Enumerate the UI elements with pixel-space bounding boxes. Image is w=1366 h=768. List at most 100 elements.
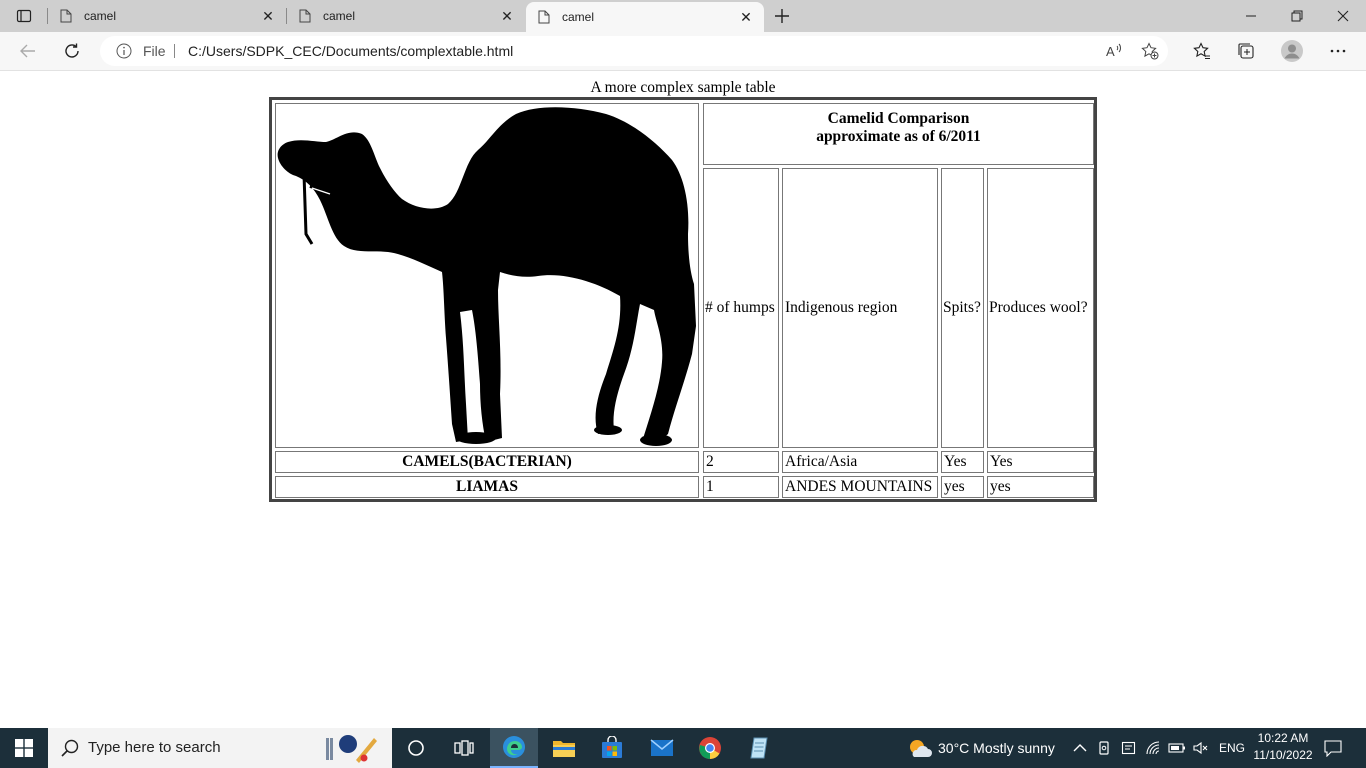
address-separator: [174, 44, 175, 58]
more-icon: [1330, 49, 1346, 53]
close-tab-icon[interactable]: ✕: [734, 5, 758, 29]
taskbar-file-explorer[interactable]: [540, 728, 588, 768]
folder-icon: [553, 741, 575, 757]
camera-icon: [1099, 741, 1109, 755]
table-cell-spits: yes: [941, 476, 984, 498]
add-favorite-button[interactable]: [1140, 41, 1160, 61]
language-indicator[interactable]: ENG: [1219, 741, 1245, 755]
tray-battery[interactable]: [1167, 738, 1187, 758]
row-header-liamas: LIAMAS: [275, 476, 699, 498]
search-placeholder: Type here to search: [88, 739, 221, 756]
svg-text:A: A: [1106, 44, 1115, 59]
site-scheme-label[interactable]: File: [143, 43, 166, 59]
address-bar[interactable]: File C:/Users/SDPK_CEC/Documents/complex…: [100, 36, 1168, 66]
col-header-label: Produces wool?: [989, 299, 1088, 316]
table-cell-wool: yes: [987, 476, 1094, 498]
notes-pen-icon: [1121, 741, 1136, 755]
taskbar-notepad[interactable]: [735, 728, 783, 768]
refresh-button[interactable]: [57, 36, 87, 66]
weather-text[interactable]: 30°C Mostly sunny: [938, 740, 1055, 756]
row-label: CAMELS(BACTERIAN): [402, 453, 572, 470]
browser-toolbar: File C:/Users/SDPK_CEC/Documents/complex…: [0, 32, 1366, 71]
minimize-button[interactable]: [1228, 0, 1274, 32]
page-content: A more complex sample table Camelid Comp…: [0, 71, 1366, 728]
taskbar-cortana[interactable]: [392, 728, 440, 768]
chevron-up-icon: [1073, 744, 1087, 752]
taskbar-chrome[interactable]: [686, 728, 734, 768]
taskbar-search-box[interactable]: Type here to search: [48, 728, 392, 768]
camelid-table: Camelid Comparison approximate as of 6/2…: [269, 97, 1097, 502]
taskbar: Type here to search 30°C Mostly sunny EN…: [0, 728, 1366, 768]
url-text[interactable]: C:/Users/SDPK_CEC/Documents/complextable…: [188, 43, 513, 59]
table-cell-spits: Yes: [941, 451, 984, 473]
document-icon: [538, 10, 550, 24]
tab-actions-icon: [16, 9, 32, 23]
table-caption: A more complex sample table: [590, 79, 776, 96]
start-button[interactable]: [0, 728, 48, 768]
read-aloud-button[interactable]: A: [1104, 41, 1124, 61]
table-cell-wool: Yes: [987, 451, 1094, 473]
table-cell-humps: 2: [703, 451, 779, 473]
settings-more-button[interactable]: [1324, 37, 1352, 65]
clock-time: 10:22 AM: [1257, 731, 1309, 745]
table-title-cell: Camelid Comparison approximate as of 6/2…: [703, 103, 1094, 165]
col-header-region: Indigenous region: [782, 168, 938, 448]
restore-button[interactable]: [1274, 0, 1320, 32]
taskbar-microsoft-store[interactable]: [588, 728, 636, 768]
search-highlight-cricket-icon: [326, 735, 377, 763]
tray-volume[interactable]: [1190, 738, 1210, 758]
show-hidden-icons-button[interactable]: [1070, 738, 1090, 758]
edge-icon: [503, 736, 525, 758]
col-header-label: Spits?: [943, 299, 981, 316]
info-icon[interactable]: [116, 43, 132, 59]
tab-camel-1[interactable]: camel ✕: [48, 0, 286, 32]
camel-silhouette-image: [277, 107, 696, 446]
chrome-icon: [699, 737, 721, 759]
taskbar-mail[interactable]: [638, 728, 686, 768]
avatar-icon: [1281, 40, 1303, 62]
close-window-button[interactable]: [1320, 0, 1366, 32]
taskbar-task-view[interactable]: [440, 728, 488, 768]
new-tab-button[interactable]: [770, 4, 794, 28]
tray-meet-now[interactable]: [1095, 738, 1115, 758]
notification-icon: [1324, 740, 1342, 757]
table-cell-humps: 1: [703, 476, 779, 498]
close-tab-icon[interactable]: ✕: [495, 4, 519, 28]
tab-actions-button[interactable]: [8, 4, 40, 28]
tray-network[interactable]: [1143, 738, 1163, 758]
back-arrow-icon: [20, 44, 35, 58]
close-tab-icon[interactable]: ✕: [256, 4, 280, 28]
table-title-line2: approximate as of 6/2011: [816, 128, 981, 145]
taskbar-clock[interactable]: 10:22 AM 11/10/2022: [1250, 730, 1316, 764]
profile-button[interactable]: [1278, 37, 1306, 65]
tray-pen-workspace[interactable]: [1119, 738, 1139, 758]
row-label: LIAMAS: [455, 478, 518, 495]
table-cell-region: ANDES MOUNTAINS: [782, 476, 938, 498]
speaker-muted-icon: [1193, 741, 1208, 755]
cortana-circle-icon: [408, 740, 424, 756]
wifi-icon: [1146, 741, 1160, 755]
col-header-spits: Spits?: [941, 168, 984, 448]
col-header-wool: Produces wool?: [987, 168, 1094, 448]
notepad-icon: [750, 737, 768, 759]
tab-title: camel: [562, 10, 595, 24]
tab-camel-3-active[interactable]: camel ✕: [526, 2, 764, 32]
collections-button[interactable]: [1232, 37, 1260, 65]
back-button[interactable]: [13, 36, 43, 66]
star-plus-icon: [1141, 42, 1159, 60]
document-icon: [60, 9, 72, 23]
store-icon: [602, 736, 622, 758]
notifications-button[interactable]: [1323, 738, 1343, 758]
search-icon: [61, 739, 79, 757]
weather-sun-cloud-icon[interactable]: [906, 737, 932, 759]
refresh-icon: [65, 43, 79, 58]
tab-title: camel: [84, 9, 117, 23]
collections-icon: [1238, 43, 1254, 59]
taskbar-edge[interactable]: [490, 728, 538, 768]
table-cell-region: Africa/Asia: [782, 451, 938, 473]
table-title-line1: Camelid Comparison: [827, 110, 970, 127]
row-header-camels: CAMELS(BACTERIAN): [275, 451, 699, 473]
close-icon: [1337, 10, 1349, 22]
tab-camel-2[interactable]: camel ✕: [287, 0, 525, 32]
favorites-button[interactable]: [1188, 37, 1216, 65]
